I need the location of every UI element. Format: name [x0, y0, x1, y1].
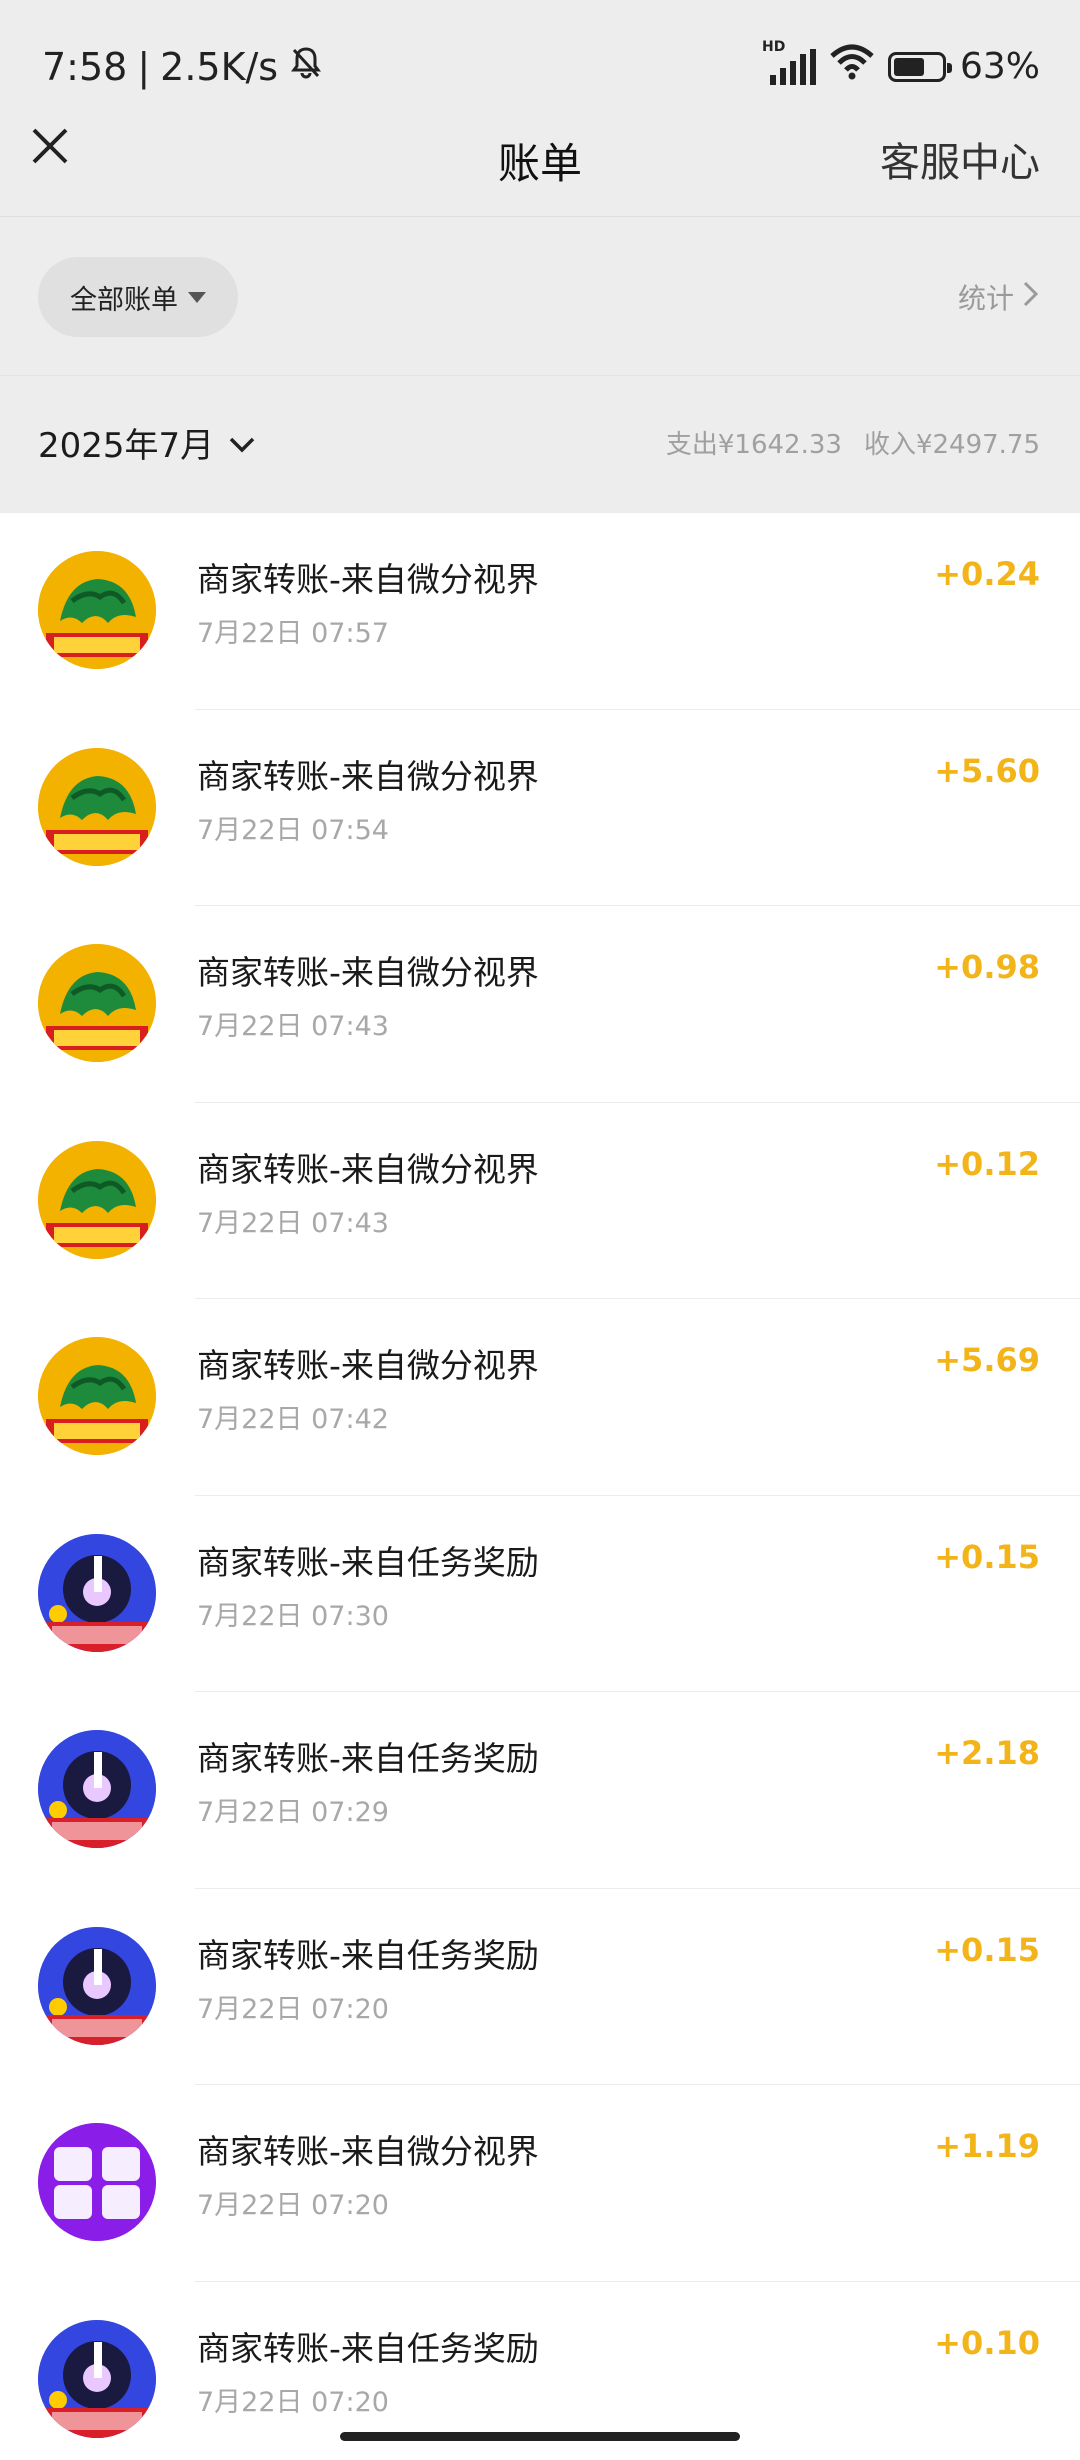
transaction-amount: +5.69 — [934, 1341, 1040, 1379]
battery-icon — [887, 51, 952, 82]
transaction-row[interactable]: 商家转账-来自微分视界 7月22日 07:54 +5.60 — [0, 710, 1080, 906]
transaction-amount: +0.98 — [934, 948, 1040, 986]
transaction-amount: +0.15 — [934, 1930, 1040, 1969]
month-label: 2025年7月 — [38, 426, 215, 466]
transaction-time: 7月22日 07:43 — [197, 1207, 389, 1239]
transaction-amount: +0.12 — [934, 1144, 1040, 1183]
transaction-title: 商家转账-来自微分视界 — [197, 1346, 539, 1385]
transaction-row[interactable]: 商家转账-来自任务奖励 7月22日 07:30 +0.15 — [0, 1496, 1080, 1692]
transaction-row[interactable]: 商家转账-来自微分视界 7月22日 07:43 +0.12 — [0, 1103, 1080, 1299]
income-total: 收入¥2497.75 — [863, 430, 1040, 460]
transaction-amount: +2.18 — [934, 1734, 1040, 1772]
wifi-icon — [830, 44, 874, 89]
transaction-amount: +0.15 — [934, 1537, 1040, 1576]
transaction-time: 7月22日 07:20 — [197, 1993, 389, 2025]
caret-down-icon — [188, 291, 206, 303]
transaction-list: 商家转账-来自微分视界 7月22日 07:57 +0.24 商家转账-来自微分视界 7月… — [0, 513, 1080, 2460]
transaction-row[interactable]: 商家转账-来自微分视界 7月22日 07:20 +1.19 — [0, 2085, 1080, 2282]
hd-label: HD — [761, 38, 786, 55]
status-left: 7:58 | 2.5K/s — [42, 44, 324, 89]
bill-filter-label: 全部账单 — [70, 284, 178, 316]
merchant-avatar — [38, 1533, 156, 1652]
merchant-avatar — [38, 1140, 156, 1259]
merchant-avatar — [38, 1730, 156, 1848]
transaction-title: 商家转账-来自微分视界 — [197, 953, 539, 992]
home-indicator[interactable] — [340, 2432, 740, 2441]
transaction-title: 商家转账-来自任务奖励 — [197, 1739, 539, 1778]
transaction-amount: +1.19 — [934, 2127, 1040, 2165]
status-time: 7:58 — [42, 44, 128, 89]
merchant-avatar — [38, 1337, 156, 1455]
transaction-time: 7月22日 07:29 — [197, 1797, 389, 1828]
bill-filter-dropdown[interactable]: 全部账单 — [38, 257, 238, 337]
stats-label: 统计 — [957, 282, 1014, 315]
transaction-time: 7月22日 07:30 — [197, 1600, 389, 1632]
transaction-row[interactable]: 商家转账-来自任务奖励 7月22日 07:29 +2.18 — [0, 1692, 1080, 1889]
transaction-time: 7月22日 07:20 — [197, 2190, 389, 2221]
transaction-title: 商家转账-来自微分视界 — [197, 756, 539, 796]
transaction-row[interactable]: 商家转账-来自微分视界 7月22日 07:57 +0.24 — [0, 513, 1080, 710]
transaction-time: 7月22日 07:43 — [197, 1011, 389, 1042]
transaction-amount: +0.10 — [934, 2323, 1040, 2362]
transaction-row[interactable]: 商家转账-来自微分视界 7月22日 07:42 +5.69 — [0, 1299, 1080, 1496]
transaction-row[interactable]: 商家转账-来自任务奖励 7月22日 07:20 +0.15 — [0, 1889, 1080, 2085]
transaction-amount: +0.24 — [934, 555, 1040, 593]
battery-percent: 63% — [959, 46, 1040, 87]
customer-service-link[interactable]: 客服中心 — [880, 130, 1040, 188]
merchant-avatar — [38, 747, 156, 866]
status-right: HD 63% — [762, 39, 1040, 89]
transaction-title: 商家转账-来自任务奖励 — [197, 1935, 539, 1975]
month-row: 2025年7月 支出¥1642.33 收入¥2497.75 — [0, 376, 1080, 513]
status-separator: | — [137, 44, 151, 89]
transaction-time: 7月22日 07:42 — [197, 1404, 389, 1435]
signal-icon: HD — [762, 39, 816, 85]
merchant-avatar — [38, 551, 156, 669]
merchant-avatar — [38, 944, 156, 1062]
nav-bar: 账单 客服中心 — [0, 90, 1080, 220]
chevron-right-icon — [1022, 280, 1040, 315]
chevron-down-icon — [228, 423, 256, 463]
filter-row: 全部账单 统计 — [0, 217, 1080, 375]
transaction-title: 商家转账-来自微分视界 — [197, 560, 539, 599]
transaction-time: 7月22日 07:20 — [197, 2386, 389, 2418]
transaction-title: 商家转账-来自任务奖励 — [197, 1542, 539, 1582]
transaction-row[interactable]: 商家转账-来自微分视界 7月22日 07:43 +0.98 — [0, 906, 1080, 1103]
status-net-speed: 2.5K/s — [160, 44, 279, 89]
merchant-avatar — [38, 2319, 156, 2438]
month-summary: 支出¥1642.33 收入¥2497.75 — [666, 424, 1040, 461]
transaction-title: 商家转账-来自任务奖励 — [197, 2328, 539, 2368]
transaction-title: 商家转账-来自微分视界 — [197, 2132, 539, 2171]
stats-link[interactable]: 统计 — [958, 277, 1040, 317]
merchant-avatar — [38, 2123, 156, 2241]
month-selector[interactable]: 2025年7月 — [38, 418, 256, 467]
transaction-title: 商家转账-来自微分视界 — [197, 1149, 539, 1189]
merchant-avatar — [38, 1926, 156, 2045]
mute-bell-icon — [288, 44, 324, 89]
transaction-time: 7月22日 07:54 — [197, 814, 389, 846]
transaction-time: 7月22日 07:57 — [197, 618, 389, 649]
expense-total: 支出¥1642.33 — [665, 430, 842, 460]
transaction-amount: +5.60 — [934, 751, 1040, 790]
